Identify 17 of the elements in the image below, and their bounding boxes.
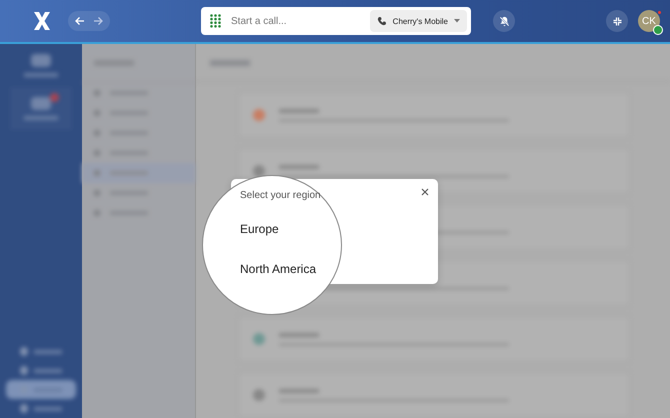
notification-dot: [658, 11, 661, 14]
bell-off-icon: [498, 16, 510, 26]
dialpad-icon: [210, 14, 221, 28]
region-option[interactable]: Europe: [240, 222, 341, 236]
forward-arrow-icon[interactable]: [93, 16, 103, 26]
phone-icon: [376, 16, 387, 26]
minimize-button[interactable]: [606, 10, 628, 32]
caret-icon: [454, 19, 460, 23]
dialog-title: Select your region: [240, 190, 322, 201]
device-selector[interactable]: Cherry's Mobile: [370, 10, 467, 32]
bell-off-button[interactable]: [493, 10, 515, 32]
region-option[interactable]: North America: [240, 262, 341, 276]
x-logo-icon: [32, 11, 52, 31]
collapse-icon: [612, 16, 622, 26]
back-arrow-icon[interactable]: [75, 16, 85, 26]
call-search-field[interactable]: Start a call... Cherry's Mobile: [201, 7, 471, 35]
close-icon[interactable]: [421, 188, 429, 196]
